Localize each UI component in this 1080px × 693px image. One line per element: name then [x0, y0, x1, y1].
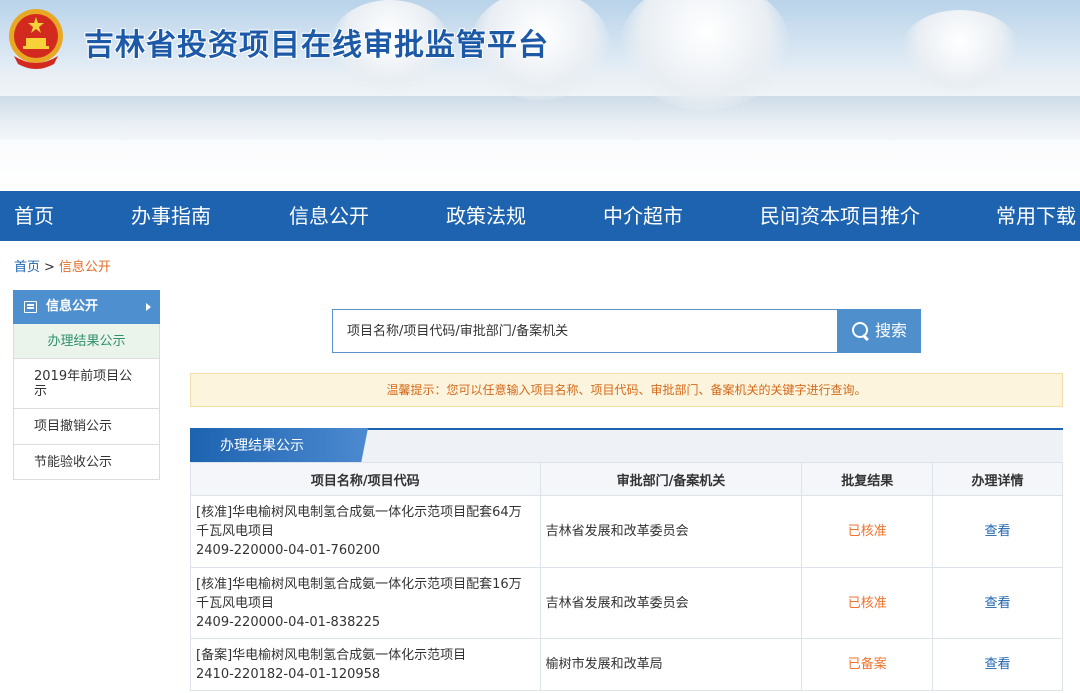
breadcrumb-home-link[interactable]: 首页 — [14, 260, 40, 275]
sidebar: 信息公开 办理结果公示 2019年前项目公示 项目撤销公示 节能验收公示 — [13, 290, 160, 480]
search-button[interactable]: 搜索 — [837, 309, 921, 353]
detail-cell: 查看 — [932, 567, 1063, 639]
banner-tree — [900, 10, 1020, 90]
view-detail-link[interactable]: 查看 — [985, 596, 1011, 611]
nav-item-guide[interactable]: 办事指南 — [131, 191, 211, 241]
table-row: [核准]华电榆树风电制氢合成氨一体化示范项目配套64万 千瓦风电项目 2409-… — [190, 495, 1063, 568]
project-code: 2410-220182-04-01-120958 — [196, 666, 381, 682]
breadcrumb-current: 信息公开 — [58, 260, 111, 275]
search-tip: 温馨提示：您可以任意输入项目名称、项目代码、审批部门、备案机关的关键字进行查询。 — [190, 373, 1063, 407]
project-cell: [核准]华电榆树风电制氢合成氨一体化示范项目配套16万 千瓦风电项目 2409-… — [190, 567, 541, 639]
table-row: [备案]华电榆树风电制氢合成氨一体化示范项目 2410-220182-04-01… — [190, 638, 1063, 691]
nav-item-private-capital[interactable]: 民间资本项目推介 — [760, 191, 920, 241]
search-input[interactable] — [332, 309, 838, 353]
breadcrumb: 首页 > 信息公开 — [14, 256, 111, 275]
national-emblem-icon — [9, 9, 63, 69]
view-detail-link[interactable]: 查看 — [985, 657, 1011, 672]
department-cell: 吉林省发展和改革委员会 — [539, 567, 803, 639]
project-name: [备案]华电榆树风电制氢合成氨一体化示范项目 — [196, 647, 467, 663]
project-name-continued: 千瓦风电项目 — [196, 595, 275, 611]
sidebar-item-revoked[interactable]: 项目撤销公示 — [13, 409, 160, 445]
column-header-result: 批复结果 — [801, 462, 934, 496]
project-cell: [核准]华电榆树风电制氢合成氨一体化示范项目配套64万 千瓦风电项目 2409-… — [190, 495, 541, 568]
project-code: 2409-220000-04-01-760200 — [196, 543, 381, 558]
results-table: 项目名称/项目代码 审批部门/备案机关 批复结果 办理详情 [核准]华电榆树风电… — [190, 462, 1063, 691]
project-cell: [备案]华电榆树风电制氢合成氨一体化示范项目 2410-220182-04-01… — [190, 638, 541, 691]
sidebar-item-pre-2019[interactable]: 2019年前项目公示 — [13, 359, 160, 409]
result-cell: 已备案 — [801, 638, 934, 691]
nav-item-downloads[interactable]: 常用下载 — [996, 191, 1076, 241]
nav-item-policies[interactable]: 政策法规 — [446, 191, 526, 241]
project-code: 2409-220000-04-01-838225 — [196, 614, 381, 630]
project-name-continued: 千瓦风电项目 — [196, 524, 275, 539]
result-cell: 已核准 — [801, 567, 934, 639]
column-header-detail: 办理详情 — [932, 462, 1063, 496]
nav-item-info-disclosure[interactable]: 信息公开 — [289, 191, 369, 241]
project-name: [核准]华电榆树风电制氢合成氨一体化示范项目配套16万 — [196, 576, 522, 592]
detail-cell: 查看 — [932, 638, 1063, 691]
header-banner: 吉林省投资项目在线审批监管平台 — [0, 0, 1080, 191]
view-detail-link[interactable]: 查看 — [985, 524, 1011, 539]
section-header: 办理结果公示 — [190, 428, 1063, 464]
chevron-right-icon — [146, 303, 151, 311]
column-header-department: 审批部门/备案机关 — [539, 462, 803, 496]
project-name: [核准]华电榆树风电制氢合成氨一体化示范项目配套64万 — [196, 505, 522, 520]
table-header-row: 项目名称/项目代码 审批部门/备案机关 批复结果 办理详情 — [190, 462, 1063, 496]
site-title: 吉林省投资项目在线审批监管平台 — [84, 28, 549, 63]
detail-cell: 查看 — [932, 495, 1063, 568]
main-nav: 首页 办事指南 信息公开 政策法规 中介超市 民间资本项目推介 常用下载 — [0, 191, 1080, 241]
search-icon — [851, 321, 871, 341]
table-row: [核准]华电榆树风电制氢合成氨一体化示范项目配套16万 千瓦风电项目 2409-… — [190, 567, 1063, 639]
sidebar-heading-label: 信息公开 — [46, 299, 99, 314]
nav-item-agency-market[interactable]: 中介超市 — [603, 191, 683, 241]
result-cell: 已核准 — [801, 495, 934, 568]
sidebar-item-energy-acceptance[interactable]: 节能验收公示 — [13, 445, 160, 480]
document-list-icon — [24, 301, 37, 313]
banner-river-background — [0, 96, 1080, 140]
column-header-project: 项目名称/项目代码 — [190, 462, 541, 496]
sidebar-item-results[interactable]: 办理结果公示 — [13, 324, 160, 359]
sidebar-heading[interactable]: 信息公开 — [13, 290, 160, 324]
search-button-label: 搜索 — [874, 321, 907, 340]
department-cell: 榆树市发展和改革局 — [539, 638, 803, 691]
section-title: 办理结果公示 — [190, 428, 368, 464]
breadcrumb-separator: > — [44, 260, 55, 275]
nav-item-home[interactable]: 首页 — [14, 191, 54, 241]
department-cell: 吉林省发展和改革委员会 — [539, 495, 803, 568]
